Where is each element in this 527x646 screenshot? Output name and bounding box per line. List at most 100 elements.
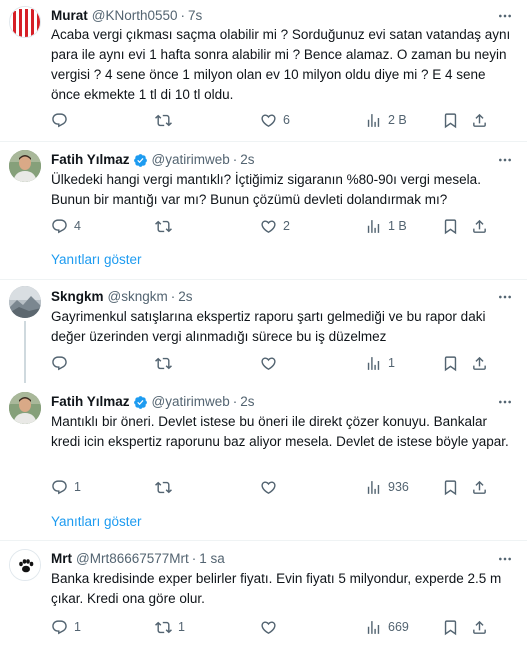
- tweet-mrt[interactable]: Mrt @Mrt86667577Mrt · 1 sa Banka kredisi…: [0, 541, 527, 646]
- views-button[interactable]: 1 B: [365, 216, 407, 236]
- tweet-fatih-1[interactable]: Fatih Yılmaz @yatirimweb · 2s Ülkedeki h…: [0, 142, 527, 240]
- tweet-text: Acaba vergi çıkması saçma olabilir mi ? …: [51, 27, 511, 102]
- share-icon: [471, 112, 488, 129]
- bookmark-button[interactable]: [442, 477, 459, 497]
- avatar[interactable]: [9, 6, 41, 38]
- reply-button[interactable]: 1: [51, 477, 81, 497]
- avatar[interactable]: [9, 392, 41, 424]
- more-icon[interactable]: [497, 551, 513, 567]
- author-name[interactable]: Fatih Yılmaz: [51, 151, 130, 169]
- more-icon[interactable]: [497, 152, 513, 168]
- reply-icon: [51, 619, 68, 636]
- tweet-header: Skngkm @skngkm · 2s: [51, 288, 193, 306]
- separator-dot: ·: [232, 152, 238, 167]
- reply-icon: [51, 218, 68, 235]
- views-button[interactable]: 936: [365, 477, 409, 497]
- retweet-button[interactable]: [155, 353, 178, 373]
- avatar[interactable]: [9, 286, 41, 318]
- author-name[interactable]: Skngkm: [51, 288, 104, 306]
- views-button[interactable]: 2 B: [365, 110, 407, 130]
- tweet-fatih-2[interactable]: Fatih Yılmaz @yatirimweb · 2s Mantıklı b…: [0, 384, 527, 500]
- more-icon[interactable]: [497, 8, 513, 24]
- author-handle[interactable]: @skngkm: [108, 288, 168, 306]
- views-count: 1: [388, 356, 395, 370]
- more-icon[interactable]: [497, 394, 513, 410]
- verified-icon: [133, 153, 148, 168]
- bookmark-button[interactable]: [442, 617, 459, 637]
- action-bar: 1 1 669: [51, 617, 515, 637]
- views-button[interactable]: 669: [365, 617, 409, 637]
- tweet-header: Mrt @Mrt86667577Mrt · 1 sa: [51, 550, 225, 568]
- retweet-button[interactable]: [155, 477, 178, 497]
- like-icon: [260, 355, 277, 372]
- action-bar: 6 2 B: [51, 110, 515, 130]
- like-button[interactable]: 6: [260, 110, 290, 130]
- reply-button[interactable]: [51, 353, 74, 373]
- views-count: 2 B: [388, 113, 407, 127]
- author-name[interactable]: Murat: [51, 7, 88, 25]
- tweet-text: Ülkedeki hangi vergi mantıklı? İçtiğimiz…: [51, 172, 481, 207]
- author-handle[interactable]: @yatirimweb: [152, 393, 230, 411]
- like-icon: [260, 218, 277, 235]
- separator-dot: ·: [191, 551, 197, 566]
- tweet-skngkm[interactable]: Skngkm @skngkm · 2s Gayrimenkul satışlar…: [0, 280, 527, 378]
- retweet-icon: [155, 218, 172, 235]
- share-icon: [471, 619, 488, 636]
- retweet-icon: [155, 355, 172, 372]
- reply-button[interactable]: 1: [51, 617, 81, 637]
- reply-button[interactable]: [51, 110, 74, 130]
- bookmark-button[interactable]: [442, 216, 459, 236]
- timestamp[interactable]: 2s: [240, 151, 254, 169]
- tweet-text: Banka kredisinde exper belirler fiyatı. …: [51, 571, 502, 606]
- like-icon: [260, 479, 277, 496]
- author-handle[interactable]: @KNorth0550: [92, 7, 178, 25]
- like-button[interactable]: [260, 353, 283, 373]
- show-replies-link[interactable]: Yanıtları göster: [51, 513, 142, 531]
- bookmark-button[interactable]: [442, 353, 459, 373]
- bookmark-icon: [442, 619, 459, 636]
- avatar[interactable]: [9, 549, 41, 581]
- action-bar: 1: [51, 353, 515, 373]
- tweet-header: Fatih Yılmaz @yatirimweb · 2s: [51, 393, 255, 411]
- timestamp[interactable]: 1 sa: [199, 550, 225, 568]
- like-button[interactable]: [260, 617, 283, 637]
- bookmark-icon: [442, 355, 459, 372]
- tweet-murat[interactable]: Murat @KNorth0550 · 7s Acaba vergi çıkma…: [0, 0, 527, 140]
- share-button[interactable]: [471, 353, 488, 373]
- timestamp[interactable]: 2s: [240, 393, 254, 411]
- timestamp[interactable]: 2s: [178, 288, 192, 306]
- reply-icon: [51, 355, 68, 372]
- author-name[interactable]: Fatih Yılmaz: [51, 393, 130, 411]
- views-count: 1 B: [388, 219, 407, 233]
- share-button[interactable]: [471, 477, 488, 497]
- action-bar: 4 2 1 B: [51, 216, 515, 236]
- reply-button[interactable]: 4: [51, 216, 81, 236]
- reply-count: 1: [74, 620, 81, 634]
- avatar[interactable]: [9, 150, 41, 182]
- retweet-icon: [155, 479, 172, 496]
- share-button[interactable]: [471, 110, 488, 130]
- bookmark-icon: [442, 479, 459, 496]
- author-name[interactable]: Mrt: [51, 550, 72, 568]
- views-button[interactable]: 1: [365, 353, 395, 373]
- reply-icon: [51, 479, 68, 496]
- bookmark-button[interactable]: [442, 110, 459, 130]
- share-icon: [471, 355, 488, 372]
- author-handle[interactable]: @Mrt86667577Mrt: [76, 550, 189, 568]
- reply-count: 1: [74, 480, 81, 494]
- like-button[interactable]: [260, 477, 283, 497]
- verified-icon: [133, 395, 148, 410]
- retweet-icon: [155, 619, 172, 636]
- show-replies-link[interactable]: Yanıtları göster: [51, 251, 142, 269]
- retweet-button[interactable]: [155, 216, 178, 236]
- retweet-button[interactable]: [155, 110, 178, 130]
- views-icon: [365, 112, 382, 129]
- more-icon[interactable]: [497, 289, 513, 305]
- author-handle[interactable]: @yatirimweb: [152, 151, 230, 169]
- views-count: 669: [388, 620, 409, 634]
- share-button[interactable]: [471, 617, 488, 637]
- like-button[interactable]: 2: [260, 216, 290, 236]
- retweet-button[interactable]: 1: [155, 617, 185, 637]
- timestamp[interactable]: 7s: [188, 7, 202, 25]
- share-button[interactable]: [471, 216, 488, 236]
